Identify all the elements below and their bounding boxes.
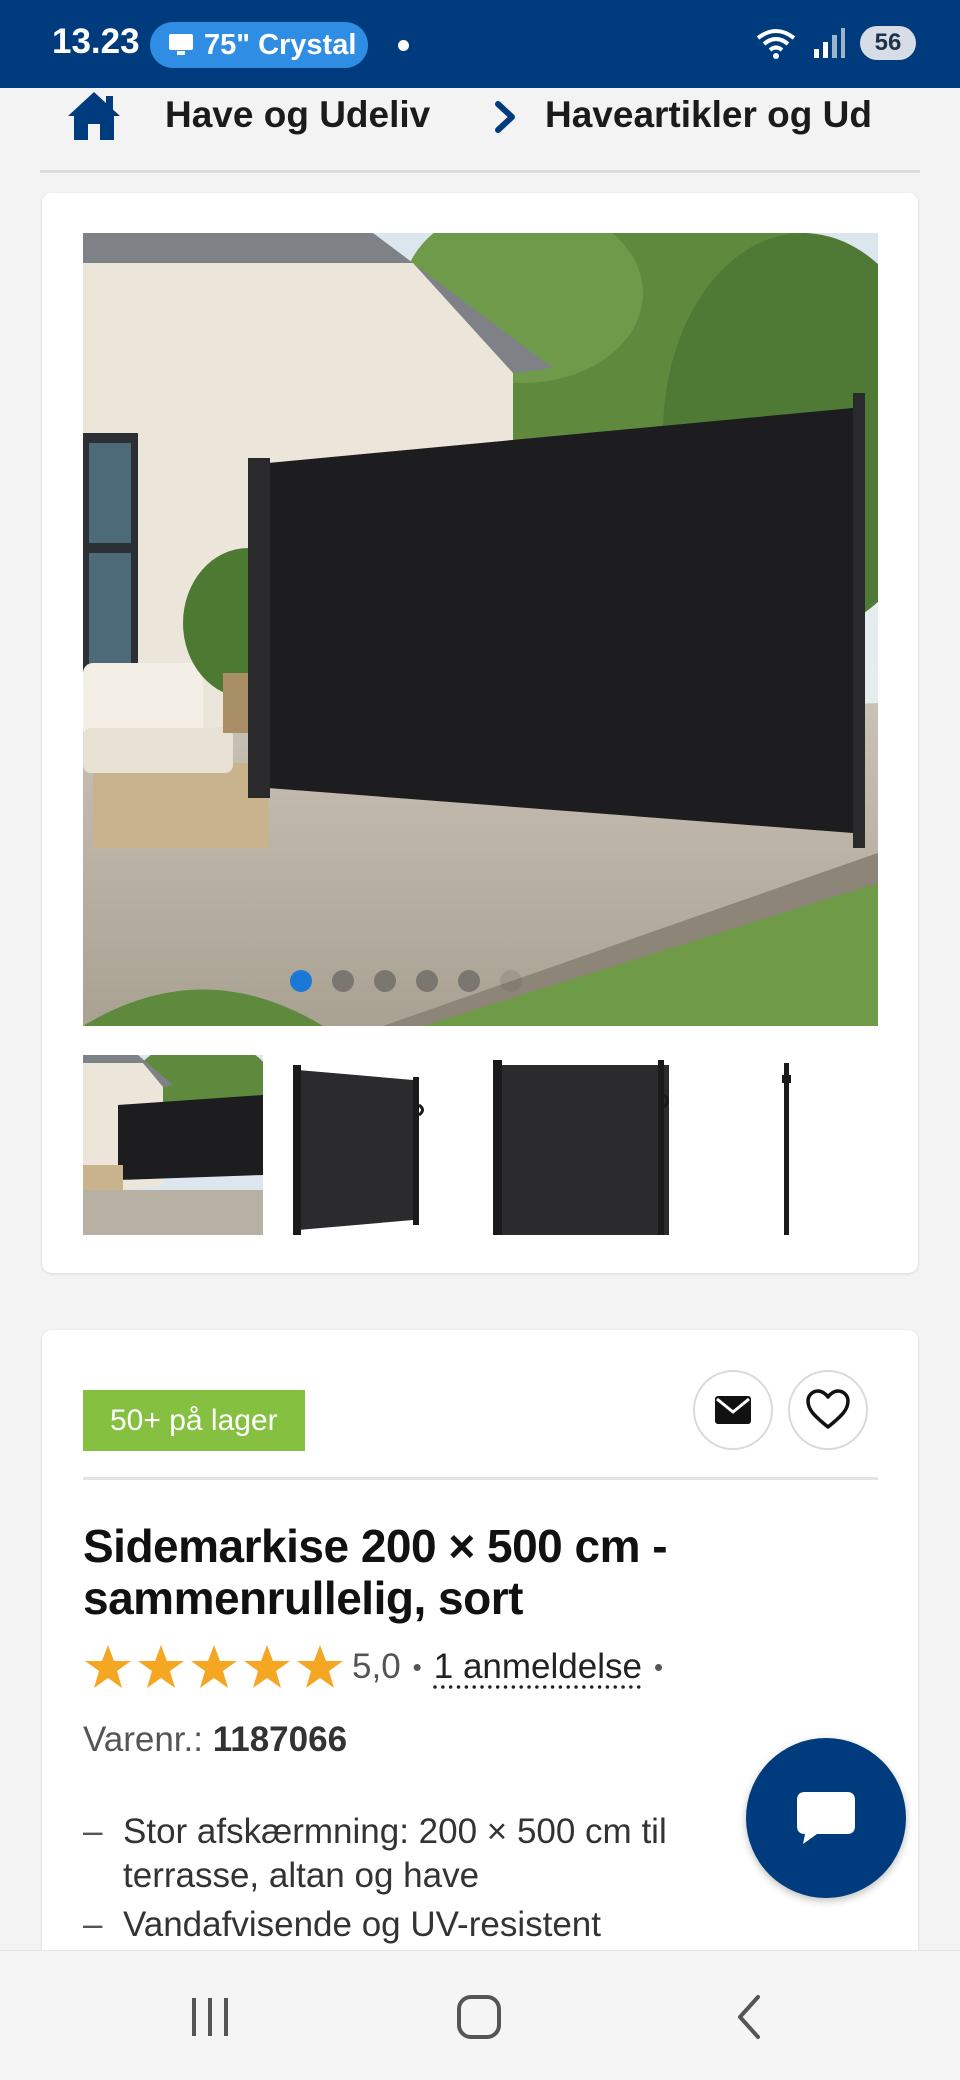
heart-icon (806, 1389, 850, 1429)
reviews-link[interactable]: 1 anmeldelse (434, 1647, 642, 1687)
feature-item: Stor afskærmning: 200 × 500 cm til terra… (83, 1810, 783, 1898)
separator-dot: • (412, 1651, 422, 1682)
status-icons: 56 (754, 26, 916, 60)
star-icon (138, 1645, 184, 1688)
product-photo (83, 233, 878, 1026)
notification-dot (398, 40, 409, 51)
home-nav-button[interactable] (444, 1987, 514, 2047)
thumbnail-4[interactable] (698, 1055, 878, 1235)
product-title: Sidemarkise 200 × 500 cm - sammenrulleli… (83, 1520, 668, 1624)
status-bar: 13.23 75" Crystal 56 (0, 0, 960, 88)
sku-label: Varenr.: (83, 1720, 213, 1759)
divider (83, 1477, 878, 1480)
star-icon (244, 1645, 290, 1688)
rating-score: 5,0 (352, 1647, 401, 1686)
recent-apps-icon (192, 1998, 228, 2036)
star-icon (191, 1645, 237, 1688)
notification-pill[interactable]: 75" Crystal (150, 22, 368, 68)
sku-value: 1187066 (212, 1720, 348, 1759)
star-icon (85, 1645, 131, 1688)
back-nav-button[interactable] (714, 1987, 784, 2047)
breadcrumb-item[interactable]: Have og Udeliv (165, 94, 430, 136)
thumbnail-3[interactable] (493, 1055, 673, 1235)
product-main-image[interactable] (83, 233, 878, 1026)
chat-button[interactable] (746, 1738, 906, 1898)
sku-row: Varenr.: 1187066 (83, 1720, 347, 1760)
gallery-dot[interactable] (331, 970, 354, 992)
stock-badge: 50+ på lager (83, 1390, 305, 1451)
signal-icon (814, 28, 845, 58)
gallery-dots (83, 970, 878, 992)
notification-text: 75" Crystal (204, 28, 357, 61)
breadcrumb-divider (40, 170, 920, 173)
wifi-icon (756, 29, 796, 59)
gallery-card (42, 193, 918, 1273)
separator-dot: • (653, 1651, 664, 1682)
gallery-dot[interactable] (415, 970, 438, 992)
share-email-button[interactable] (693, 1370, 773, 1450)
status-time: 13.23 (52, 22, 140, 61)
home-icon[interactable] (66, 88, 122, 144)
gallery-dot[interactable] (373, 970, 396, 992)
gallery-dot[interactable] (457, 970, 480, 992)
breadcrumb-item[interactable]: Haveartikler og Ud (545, 94, 925, 136)
star-icon (297, 1645, 343, 1688)
favorite-button[interactable] (788, 1370, 868, 1450)
feature-list: Stor afskærmning: 200 × 500 cm til terra… (83, 1810, 783, 1952)
back-icon (738, 1995, 760, 2039)
thumbnail-1[interactable] (83, 1055, 263, 1235)
rating-row: 5,0 • 1 anmeldelse • (83, 1642, 675, 1692)
thumbnail-strip (83, 1055, 878, 1235)
mail-icon (715, 1396, 751, 1424)
feature-item: Vandafvisende og UV-resistent (83, 1903, 783, 1947)
gallery-dot[interactable] (499, 970, 522, 992)
gallery-dot[interactable] (289, 970, 312, 992)
home-nav-icon (457, 1995, 501, 2039)
chevron-right-icon (495, 101, 515, 133)
battery-indicator: 56 (860, 26, 916, 60)
thumbnail-2[interactable] (288, 1055, 468, 1235)
screen-cast-icon (169, 34, 193, 55)
breadcrumb: Have og Udeliv Haveartikler og Ud (0, 88, 960, 173)
chat-icon (797, 1792, 855, 1844)
recent-apps-button[interactable] (175, 1987, 245, 2047)
system-nav-bar (0, 1950, 960, 2080)
